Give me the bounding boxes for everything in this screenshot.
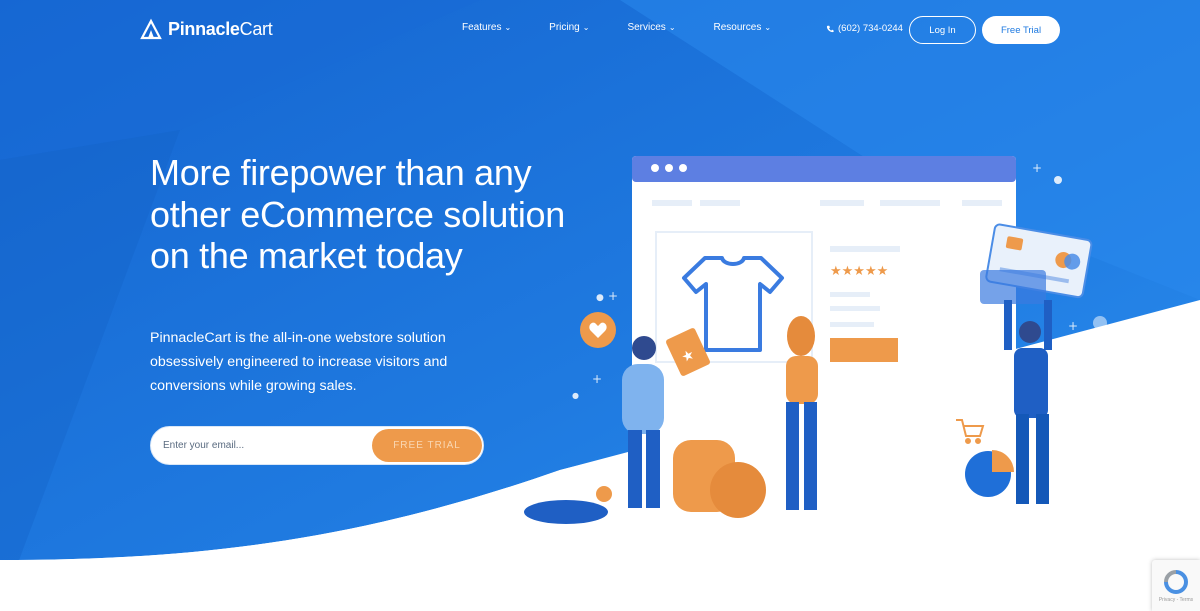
rating-stars: ★★★★★	[830, 264, 888, 279]
brand-name: PinnacleCart	[168, 18, 273, 40]
recaptcha-icon	[1164, 569, 1188, 594]
plant-graphic	[524, 486, 612, 524]
chevron-down-icon: ⌄	[504, 22, 512, 32]
phone-link[interactable]: (602) 734-0244	[826, 23, 903, 34]
svg-text:+: +	[608, 289, 618, 303]
svg-text:●: ●	[596, 293, 604, 303]
nav-item-resources[interactable]: Resources ⌄	[714, 22, 772, 33]
phone-number: (602) 734-0244	[838, 23, 903, 34]
recaptcha-badge[interactable]: Privacy - Terms	[1152, 560, 1200, 611]
brand-name-bold: Pinnacle	[168, 18, 240, 39]
email-signup-form: FREE TRIAL	[150, 426, 484, 465]
chevron-down-icon: ⌄	[764, 22, 772, 32]
hero-subtitle: PinnacleCart is the all-in-one webstore …	[150, 330, 448, 394]
nav-label: Features	[462, 22, 502, 33]
nav-label: Pricing	[549, 22, 580, 33]
phone-icon	[826, 25, 834, 32]
chevron-down-icon: ⌄	[582, 22, 590, 32]
nav-item-services[interactable]: Services ⌄	[627, 22, 675, 33]
page: PinnacleCart Features ⌄ Pricing ⌄ Services…	[0, 0, 1200, 611]
nav-item-pricing[interactable]: Pricing ⌄	[549, 22, 589, 33]
login-button[interactable]: Log In	[909, 16, 976, 44]
recaptcha-footer: Privacy - Terms	[1158, 596, 1194, 603]
brand-logo[interactable]: PinnacleCart	[140, 16, 273, 42]
svg-text:+: +	[592, 372, 602, 386]
nav-label: Services	[627, 22, 666, 33]
chevron-down-icon: ⌄	[668, 22, 676, 32]
nav-item-features[interactable]: Features ⌄	[462, 22, 511, 33]
brand-name-light: Cart	[239, 18, 273, 39]
star-icon: ★★★★★	[830, 264, 888, 279]
free-trial-button[interactable]: Free Trial	[982, 16, 1060, 44]
free-trial-cta-button[interactable]: FREE TRIAL	[372, 429, 482, 462]
logo-mountain-icon	[140, 18, 162, 40]
svg-text:+: +	[1068, 319, 1078, 333]
main-nav: Features ⌄ Pricing ⌄ Services ⌄ Resources ⌄	[462, 22, 771, 33]
svg-text:●: ●	[572, 391, 579, 400]
heart-icon	[580, 312, 616, 348]
nav-label: Resources	[713, 22, 762, 33]
svg-text:+: +	[1032, 161, 1042, 175]
email-input[interactable]	[163, 427, 363, 463]
hero-illustration: ★★★★★ ★ + + ● + + ●	[524, 156, 1107, 524]
